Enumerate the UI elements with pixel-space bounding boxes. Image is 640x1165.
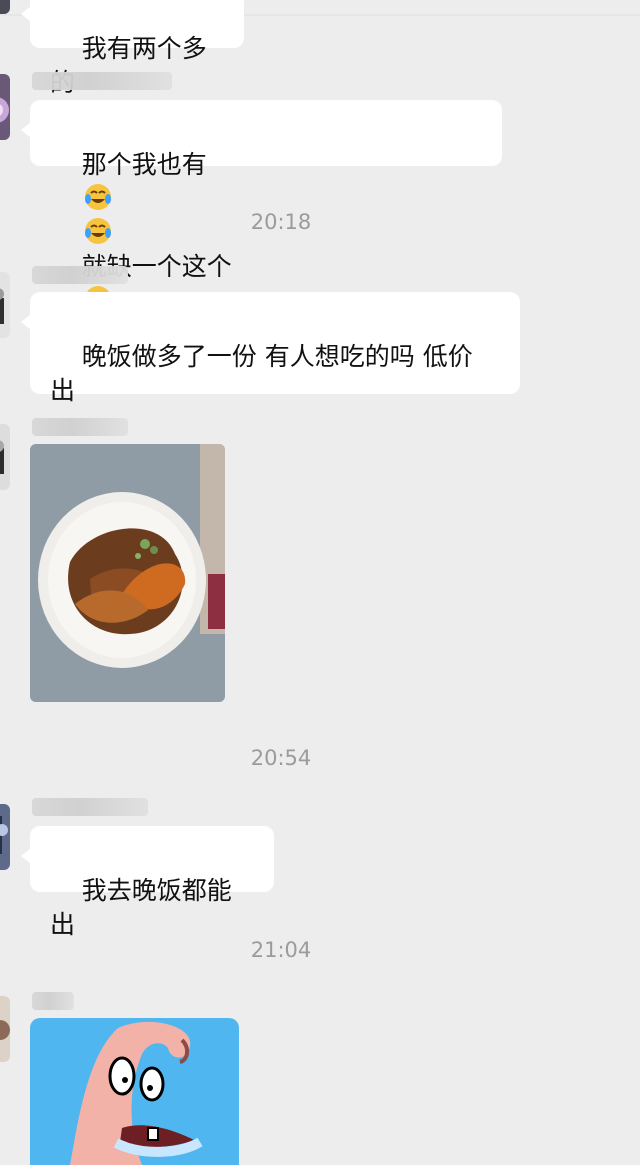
chat-window: 我有两个多的 那个我也有 就缺一个这个 (0, 0, 640, 1165)
sender-nickname (32, 266, 128, 284)
timestamp: 21:04 (250, 938, 312, 962)
avatar[interactable] (0, 74, 10, 140)
message-text: 我去晚饭都能出 (50, 876, 232, 939)
timestamp: 20:18 (250, 210, 312, 234)
avatar[interactable] (0, 996, 10, 1062)
sender-nickname (32, 72, 172, 90)
food-photo[interactable] (30, 444, 225, 702)
message-text: 晚饭做多了一份 有人想吃的吗 低价 出 (50, 342, 473, 405)
message-text: 那个我也有 (81, 150, 207, 179)
crying-laughing-emoji-icon (84, 184, 111, 210)
avatar[interactable] (0, 804, 10, 870)
message-bubble[interactable]: 晚饭做多了一份 有人想吃的吗 低价 出 (21, 292, 520, 405)
message-bubble[interactable]: 那个我也有 就缺一个这个 (21, 100, 502, 312)
sender-nickname (32, 418, 128, 436)
sender-nickname (32, 992, 74, 1010)
timestamp: 20:54 (250, 746, 312, 770)
sender-nickname (32, 798, 148, 816)
avatar[interactable] (0, 0, 10, 14)
patrick-sticker[interactable] (30, 1018, 239, 1165)
message-bubble[interactable]: 我去晚饭都能出 (21, 826, 274, 939)
avatar[interactable] (0, 272, 10, 338)
message-bubble[interactable]: 我有两个多的 (21, 0, 244, 97)
avatar[interactable] (0, 424, 10, 490)
